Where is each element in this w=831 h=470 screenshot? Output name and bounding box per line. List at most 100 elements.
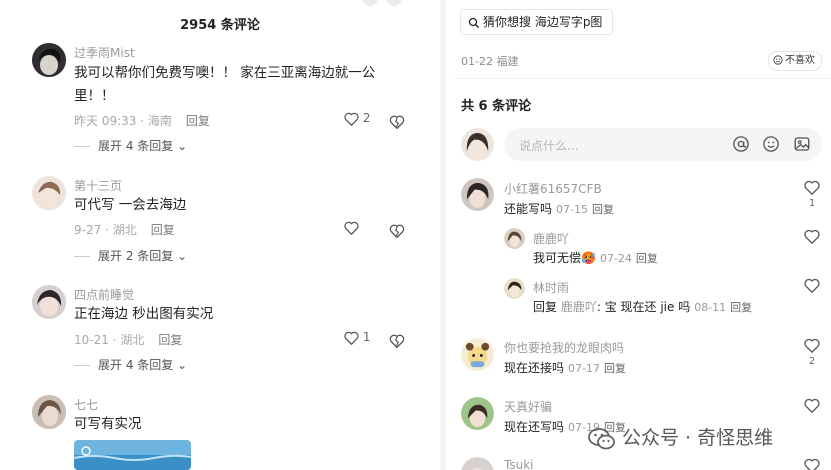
comment-username[interactable]: 你也要抢我的龙眼肉吗 [504, 339, 624, 356]
avatar[interactable] [461, 178, 494, 211]
dislike-button[interactable] [389, 111, 405, 130]
mention-icon[interactable] [732, 135, 750, 157]
like-button[interactable] [803, 229, 821, 247]
broken-heart-icon [389, 334, 405, 348]
divider [74, 365, 90, 366]
avatar[interactable] [32, 43, 66, 77]
right-comment-panel: 猜你想搜 海边写字p图 01-22 福建 不喜欢 共 6 条评论 说点什么...… [446, 0, 831, 470]
like-button[interactable] [803, 278, 821, 296]
avatar[interactable] [461, 397, 494, 430]
comment-count-title: 2954 条评论 [180, 18, 260, 33]
broken-heart-icon [389, 224, 405, 238]
avatar[interactable] [461, 457, 494, 470]
expand-label: 展开 4 条回复 [98, 139, 174, 153]
reply-body: 我可无偿🥵 07-24 回复 [533, 249, 658, 266]
emoji-icon[interactable] [762, 135, 780, 157]
reply-button[interactable]: 回复 [592, 203, 614, 216]
heart-icon [804, 180, 820, 196]
heart-icon [804, 229, 820, 245]
heart-icon [804, 338, 820, 354]
comment-username[interactable]: Tsuki [504, 458, 533, 470]
comment-image-thumbnail[interactable] [74, 440, 191, 470]
comment-date: 07-15 [556, 203, 588, 216]
divider [74, 146, 90, 147]
heart-icon [804, 458, 820, 470]
suggested-search-chip[interactable]: 猜你想搜 海边写字p图 [460, 9, 614, 35]
like-button[interactable]: 1 [803, 180, 821, 209]
not-interested-button[interactable]: 不喜欢 [768, 51, 822, 71]
not-interested-label: 不喜欢 [785, 55, 815, 66]
comment-text: 我可以帮你们免费写噢！！ 家在三亚离海边就一公里！！ [74, 65, 376, 104]
mention-link[interactable]: 鹿鹿吖 [561, 300, 597, 314]
reply-button[interactable]: 回复 [636, 252, 658, 265]
expand-replies[interactable]: 展开 2 条回复 ⌄ [74, 247, 187, 264]
reply-date: 08-11 [694, 301, 727, 314]
reply-button[interactable]: 回复 [158, 333, 182, 347]
like-button[interactable]: 2 [803, 338, 821, 367]
comment-date: 10-21 · 湖北 [74, 333, 145, 347]
reply-button[interactable]: 回复 [730, 301, 752, 314]
like-button[interactable] [344, 220, 378, 235]
comment-username[interactable]: 第十三页 [74, 177, 122, 194]
chevron-down-icon: ⌄ [173, 249, 188, 263]
comment-username[interactable]: 过季雨Mist [74, 44, 135, 61]
top-icon-a[interactable] [362, 0, 378, 6]
reply-button[interactable]: 回复 [186, 114, 210, 128]
like-count: 1 [362, 330, 371, 344]
wechat-icon [588, 427, 615, 449]
dislike-button[interactable] [389, 220, 405, 239]
avatar[interactable] [32, 176, 66, 210]
like-button[interactable] [803, 398, 821, 416]
image-icon[interactable] [793, 135, 811, 157]
comment-text: 还能写吗 [504, 202, 553, 216]
my-avatar [461, 128, 494, 161]
reply-button[interactable]: 回复 [604, 362, 626, 375]
chevron-down-icon: ⌄ [173, 139, 188, 153]
avatar[interactable] [32, 395, 66, 429]
comment-input[interactable]: 说点什么... [504, 128, 822, 161]
like-count: 2 [808, 356, 816, 367]
heart-icon [344, 221, 359, 235]
avatar[interactable] [32, 285, 66, 319]
like-button[interactable] [803, 458, 821, 470]
avatar[interactable] [461, 338, 494, 371]
comment-date: 9-27 · 湖北 [74, 223, 137, 237]
comment-username[interactable]: 小红薯61657CFB [504, 180, 602, 197]
comment-username[interactable]: 四点前睡觉 [74, 286, 134, 303]
reply-date: 07-24 [599, 252, 632, 265]
reply-text: 我可无偿🥵 [533, 251, 596, 265]
chevron-down-icon: ⌄ [173, 358, 188, 372]
broken-heart-icon [389, 115, 405, 129]
comment-username[interactable]: 天真好骗 [504, 398, 552, 415]
watermark-text: 公众号 · 奇怪思维 [622, 427, 774, 449]
avatar[interactable] [504, 228, 525, 249]
comment-date: 昨天 09:33 · 海南 [74, 114, 172, 128]
reply-button[interactable]: 回复 [151, 223, 175, 237]
divider [454, 78, 831, 79]
reply-username[interactable]: 鹿鹿吖 [533, 230, 569, 247]
divider [74, 256, 90, 257]
dislike-button[interactable] [389, 330, 405, 349]
total-comments: 共 6 条评论 [461, 99, 532, 114]
heart-icon [804, 398, 820, 414]
avatar[interactable] [504, 278, 525, 299]
like-count: 2 [362, 111, 371, 125]
comment-body: 现在还接吗 07-17 回复 [504, 359, 626, 376]
heart-icon [804, 278, 820, 294]
reply-prefix: 回复 [533, 300, 561, 314]
expand-replies[interactable]: 展开 4 条回复 ⌄ [74, 137, 187, 154]
comment-body: 还能写吗 07-15 回复 [504, 200, 614, 217]
comment-meta: 10-21 · 湖北 回复 [74, 331, 182, 348]
reply-username[interactable]: 林时雨 [533, 279, 569, 296]
like-button[interactable]: 1 [344, 330, 378, 345]
comment-text: 现在还接吗 [504, 361, 565, 375]
expand-replies[interactable]: 展开 4 条回复 ⌄ [74, 356, 187, 373]
comment-date: 07-17 [568, 362, 600, 375]
reply-body: 回复 鹿鹿吖: 宝 现在还 jie 吗 08-11 回复 [533, 298, 752, 315]
watermark: 公众号 · 奇怪思维 [588, 423, 773, 451]
like-button[interactable]: 2 [344, 111, 378, 126]
top-icons [362, 0, 410, 10]
comment-text: 现在还写吗 [504, 420, 565, 434]
comment-username[interactable]: 七七 [74, 396, 98, 413]
top-icon-b[interactable] [386, 0, 402, 6]
